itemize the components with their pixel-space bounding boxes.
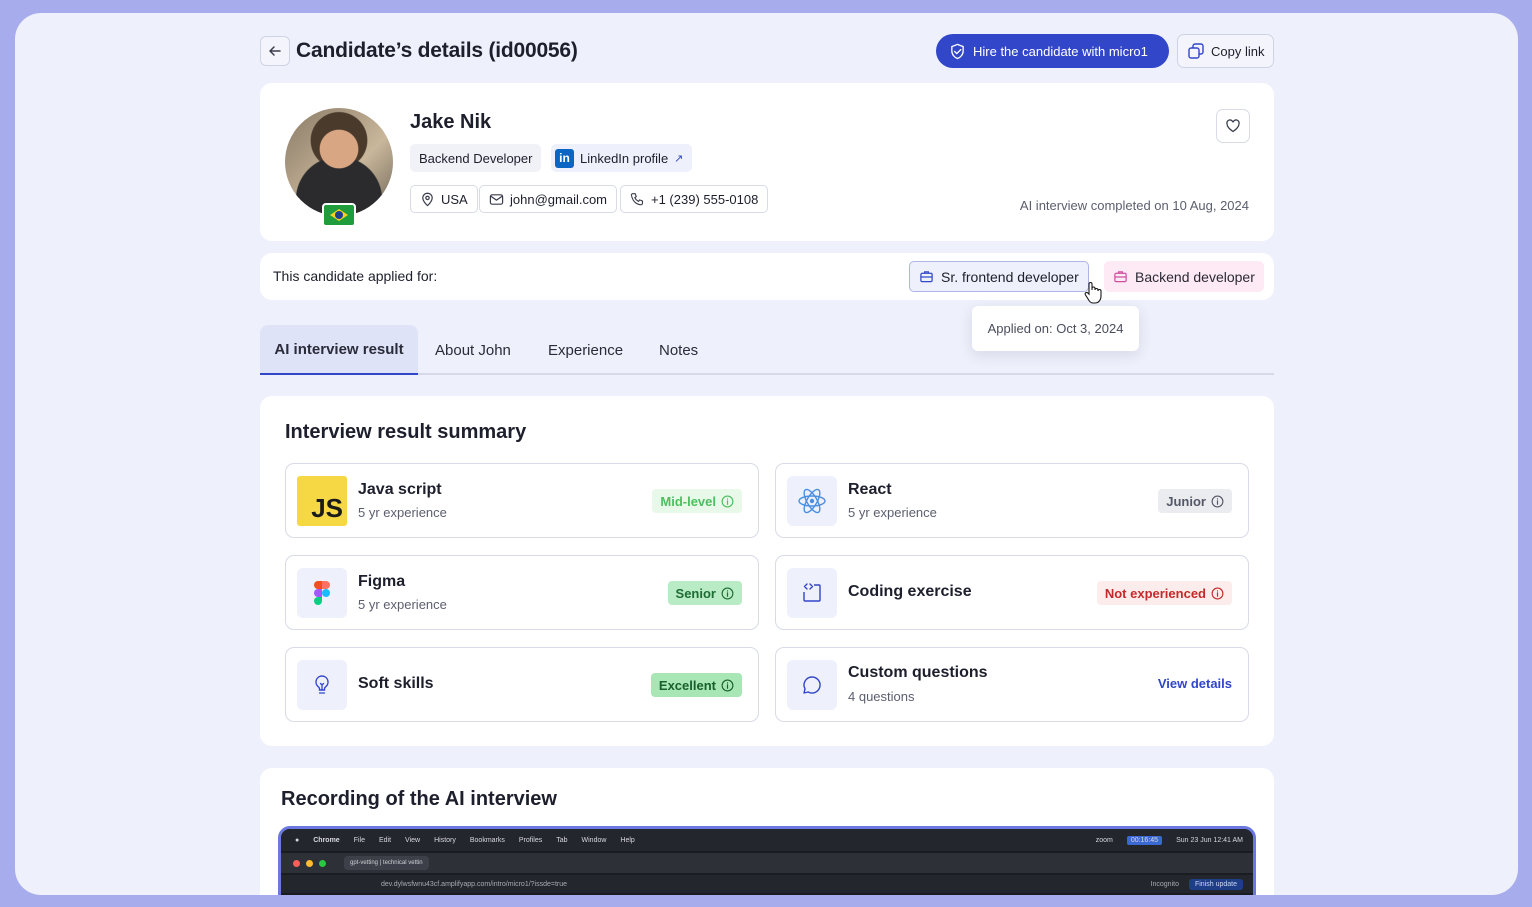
info-icon [721,495,734,507]
profile-card: Jake Nik Backend Developer in LinkedIn p… [260,83,1274,241]
apple-icon: ● [295,836,300,844]
copy-link-label: Copy link [1211,43,1265,59]
email-chip[interactable]: john@gmail.com [479,185,618,213]
app-window: Candidate’s details (id00056) Hire the c… [15,13,1518,895]
applied-for-bar: This candidate applied for: Sr. frontend… [260,253,1274,300]
skill-card-soft-skills[interactable]: Soft skills Excellent [285,647,759,722]
linkedin-icon: in [555,148,574,168]
copy-icon [1188,43,1204,59]
country-chip: USA [410,185,478,213]
mail-icon [489,193,504,205]
skill-name: Coding exercise [848,583,972,600]
recording-video[interactable]: ● Chrome File Edit View History Bookmark… [278,826,1256,895]
browser-tab-bar: gpt-vetting | technical vettin [281,853,1253,873]
skill-experience: 5 yr experience [848,505,937,520]
heart-icon [1226,119,1240,133]
job-title: Sr. frontend developer [941,268,1079,285]
skill-experience: 5 yr experience [358,597,447,612]
brazil-flag-icon [322,203,356,227]
skill-card-react[interactable]: React 5 yr experience Junior [775,463,1249,538]
skill-card-custom-questions[interactable]: Custom questions 4 questions View detail… [775,647,1249,722]
job-title: Backend developer [1135,268,1255,285]
skill-experience: 5 yr experience [358,505,447,520]
avatar [285,108,393,216]
tab-experience[interactable]: Experience [548,325,623,375]
info-icon [721,587,734,599]
level-badge[interactable]: Excellent [650,673,742,697]
questions-count: 4 questions [848,689,915,704]
info-icon [1211,587,1224,599]
shield-check-icon [951,43,964,59]
back-button[interactable] [260,36,290,66]
tab-bar: AI interview result About John Experienc… [260,325,1274,375]
mac-menu-bar: ● Chrome File Edit View History Bookmark… [281,829,1253,851]
job-chip-backend[interactable]: Backend developer [1104,261,1264,292]
location-pin-icon [422,192,433,206]
skill-card-figma[interactable]: Figma 5 yr experience Senior [285,555,759,630]
page-title: Candidate’s details (id00056) [296,39,578,62]
favorite-button[interactable] [1216,109,1250,143]
arrow-left-icon [269,46,281,56]
skill-name: Custom questions [848,664,988,681]
role-chip: Backend Developer [410,144,542,172]
applied-label: This candidate applied for: [273,268,438,284]
briefcase-icon [920,271,933,283]
browser-url-bar: dev.dylwsfwnu43cf.amplifyapp.com/intro/m… [281,875,1253,893]
skill-name: React [848,481,892,498]
interview-summary-card: Interview result summary JS Java script … [260,396,1274,746]
javascript-icon: JS [297,476,347,526]
interview-completed-text: AI interview completed on 10 Aug, 2024 [1019,198,1249,213]
phone-icon [630,192,644,205]
external-link-icon: ↗ [674,152,684,165]
tab-about-john[interactable]: About John [435,325,511,375]
hire-candidate-button[interactable]: Hire the candidate with micro1 [936,34,1169,68]
view-details-link[interactable]: View details [1158,676,1232,691]
email-label: john@gmail.com [510,191,608,207]
chat-bubble-icon [787,660,837,710]
linkedin-profile-link[interactable]: in LinkedIn profile ↗ [551,144,693,172]
briefcase-icon [1114,271,1127,283]
skill-card-coding-exercise[interactable]: Coding exercise Not experienced [775,555,1249,630]
code-icon [787,568,837,618]
level-badge[interactable]: Not experienced [1096,581,1232,605]
candidate-name: Jake Nik [410,111,492,133]
react-icon [787,476,837,526]
lightbulb-icon [297,660,347,710]
phone-label: +1 (239) 555-0108 [651,191,759,207]
recording-title: Recording of the AI interview [281,788,557,810]
skill-name: Java script [358,481,442,498]
tab-ai-interview-result[interactable]: AI interview result [260,325,418,375]
job-chip-sr-frontend[interactable]: Sr. frontend developer [909,261,1089,292]
linkedin-label: LinkedIn profile [580,150,669,166]
tab-notes[interactable]: Notes [659,325,698,375]
skill-name: Soft skills [358,675,434,692]
figma-icon [297,568,347,618]
level-badge[interactable]: Mid-level [652,489,742,513]
phone-chip[interactable]: +1 (239) 555-0108 [620,185,769,213]
country-label: USA [441,191,468,207]
recording-card: Recording of the AI interview ● Chrome F… [260,768,1274,895]
level-badge[interactable]: Junior [1158,489,1232,513]
summary-title: Interview result summary [285,421,527,443]
skill-card-javascript[interactable]: JS Java script 5 yr experience Mid-level [285,463,759,538]
info-icon [1211,495,1224,507]
skill-name: Figma [358,573,406,590]
copy-link-button[interactable]: Copy link [1177,34,1274,68]
info-icon [721,679,734,691]
role-label: Backend Developer [419,150,533,166]
hire-button-label: Hire the candidate with micro1 [973,43,1148,59]
level-badge[interactable]: Senior [667,581,742,605]
